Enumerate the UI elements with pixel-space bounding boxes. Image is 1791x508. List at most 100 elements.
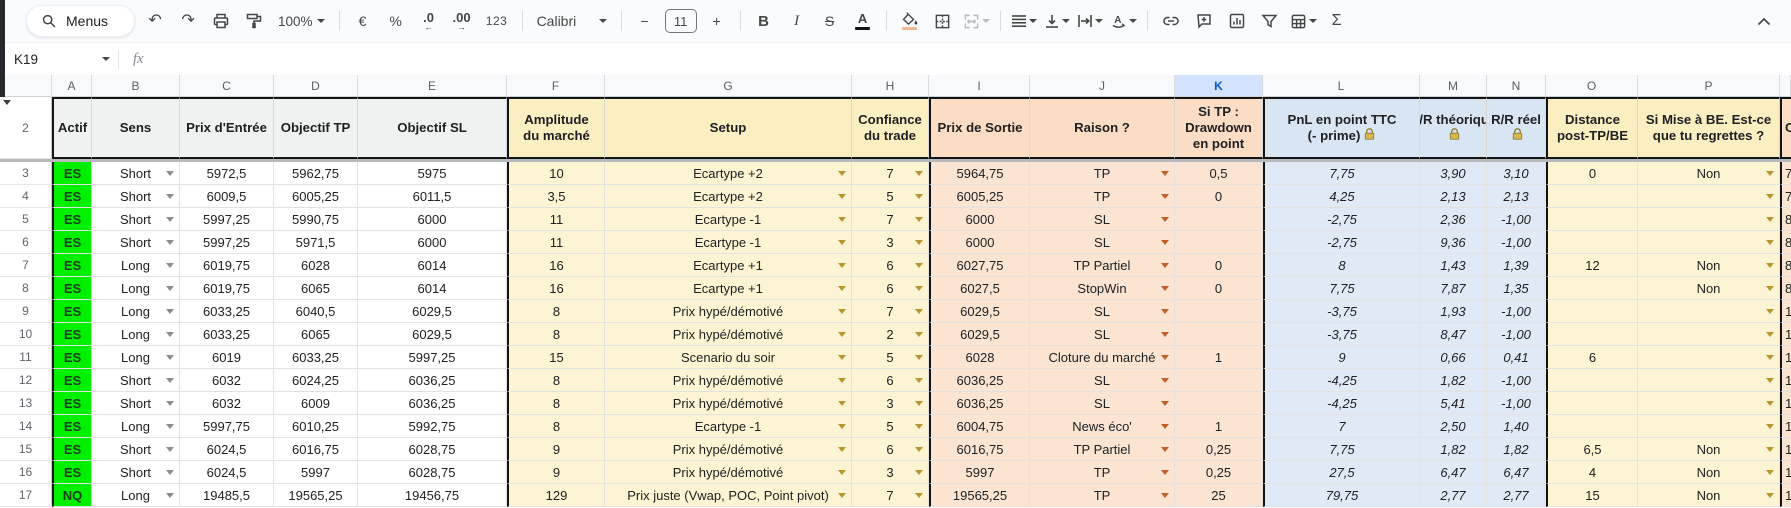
cell-A14[interactable]: ES [52, 415, 92, 438]
cell-dropdown-icon[interactable] [838, 447, 846, 456]
cell-E15[interactable]: 6028,75 [358, 438, 507, 461]
cell-A12[interactable]: ES [52, 369, 92, 392]
cell-D8[interactable]: 6065 [274, 277, 358, 300]
cell-dropdown-icon[interactable] [166, 424, 174, 433]
cell-dropdown-icon[interactable] [166, 309, 174, 318]
cell-H6[interactable]: 3 [852, 231, 929, 254]
cell-M10[interactable]: 8,47 [1420, 323, 1487, 346]
functions-button[interactable]: Σ [1324, 8, 1350, 34]
cell-O11[interactable]: 6 [1546, 346, 1638, 369]
cell-H17[interactable]: 7 [852, 484, 929, 507]
cell-C16[interactable]: 6024,5 [180, 461, 274, 484]
cell-D16[interactable]: 5997 [274, 461, 358, 484]
cell-L10[interactable]: -3,75 [1263, 323, 1420, 346]
cell-P11[interactable] [1638, 346, 1780, 369]
cell-K4[interactable]: 0 [1175, 185, 1263, 208]
cell-G9[interactable]: Prix hypé/démotivé [605, 300, 852, 323]
cell-dropdown-icon[interactable] [1161, 401, 1169, 410]
cell-N17[interactable]: 2,77 [1487, 484, 1546, 507]
cell-dropdown-icon[interactable] [838, 355, 846, 364]
header-cell-O[interactable]: Distance post-TP/BE [1546, 97, 1638, 159]
insert-table-button[interactable] [1290, 8, 1317, 34]
cell-F8[interactable]: 16 [507, 277, 605, 300]
cell-H4[interactable]: 5 [852, 185, 929, 208]
cell-dropdown-icon[interactable] [838, 378, 846, 387]
cell-G8[interactable]: Ecartype +1 [605, 277, 852, 300]
cell-dropdown-icon[interactable] [915, 171, 923, 180]
cell-D7[interactable]: 6028 [274, 254, 358, 277]
cell-O6[interactable] [1546, 231, 1638, 254]
cell-A11[interactable]: ES [52, 346, 92, 369]
text-rotation-button[interactable]: A [1110, 8, 1137, 34]
increase-font-size-button[interactable]: + [704, 8, 730, 34]
cell-A13[interactable]: ES [52, 392, 92, 415]
cell-P12[interactable] [1638, 369, 1780, 392]
cell-C4[interactable]: 6009,5 [180, 185, 274, 208]
cell-A17[interactable]: NQ [52, 484, 92, 507]
column-header-C[interactable]: C [180, 75, 274, 97]
cell-E7[interactable]: 6014 [358, 254, 507, 277]
cell-dropdown-icon[interactable] [1766, 194, 1774, 203]
row-header-8[interactable]: 8 [0, 277, 52, 300]
cell-N7[interactable]: 1,39 [1487, 254, 1546, 277]
cell-B8[interactable]: Long [92, 277, 180, 300]
cell-dropdown-icon[interactable] [1766, 309, 1774, 318]
cell-B6[interactable]: Short [92, 231, 180, 254]
cell-M17[interactable]: 2,77 [1420, 484, 1487, 507]
cell-X5[interactable]: 8 [1780, 208, 1791, 231]
cell-dropdown-icon[interactable] [166, 470, 174, 479]
cell-N12[interactable]: -1,00 [1487, 369, 1546, 392]
cell-J3[interactable]: TP [1030, 162, 1175, 185]
cell-J14[interactable]: News éco' [1030, 415, 1175, 438]
cell-C6[interactable]: 5997,25 [180, 231, 274, 254]
cell-dropdown-icon[interactable] [1766, 217, 1774, 226]
cell-P7[interactable]: Non [1638, 254, 1780, 277]
cell-H16[interactable]: 3 [852, 461, 929, 484]
cell-L3[interactable]: 7,75 [1263, 162, 1420, 185]
cell-dropdown-icon[interactable] [838, 194, 846, 203]
cell-L16[interactable]: 27,5 [1263, 461, 1420, 484]
group-collapse-icon[interactable] [3, 100, 11, 109]
cell-I6[interactable]: 6000 [929, 231, 1030, 254]
cell-X15[interactable]: 1 [1780, 438, 1791, 461]
text-color-button[interactable]: A [850, 8, 876, 34]
cell-dropdown-icon[interactable] [1161, 240, 1169, 249]
cell-dropdown-icon[interactable] [915, 217, 923, 226]
cell-dropdown-icon[interactable] [166, 447, 174, 456]
cell-O14[interactable] [1546, 415, 1638, 438]
cell-X10[interactable]: 1 [1780, 323, 1791, 346]
cell-G3[interactable]: Ecartype +2 [605, 162, 852, 185]
cell-N9[interactable]: -1,00 [1487, 300, 1546, 323]
cell-F13[interactable]: 8 [507, 392, 605, 415]
cell-J11[interactable]: Cloture du marché [1030, 346, 1175, 369]
cell-C13[interactable]: 6032 [180, 392, 274, 415]
cell-O3[interactable]: 0 [1546, 162, 1638, 185]
cell-M7[interactable]: 1,43 [1420, 254, 1487, 277]
cell-G10[interactable]: Prix hypé/démotivé [605, 323, 852, 346]
cell-H13[interactable]: 3 [852, 392, 929, 415]
cell-L5[interactable]: -2,75 [1263, 208, 1420, 231]
cell-I14[interactable]: 6004,75 [929, 415, 1030, 438]
cell-E12[interactable]: 6036,25 [358, 369, 507, 392]
cell-C7[interactable]: 6019,75 [180, 254, 274, 277]
cell-L14[interactable]: 7 [1263, 415, 1420, 438]
cell-I15[interactable]: 6016,75 [929, 438, 1030, 461]
cell-I4[interactable]: 6005,25 [929, 185, 1030, 208]
cell-dropdown-icon[interactable] [915, 424, 923, 433]
cell-E4[interactable]: 6011,5 [358, 185, 507, 208]
cell-C8[interactable]: 6019,75 [180, 277, 274, 300]
header-cell-N[interactable]: R/R réel [1487, 97, 1546, 159]
cell-dropdown-icon[interactable] [838, 309, 846, 318]
cell-E13[interactable]: 6036,25 [358, 392, 507, 415]
cell-X17[interactable]: 1 [1780, 484, 1791, 507]
cell-A9[interactable]: ES [52, 300, 92, 323]
cell-F5[interactable]: 11 [507, 208, 605, 231]
cell-M4[interactable]: 2,13 [1420, 185, 1487, 208]
cell-D14[interactable]: 6010,25 [274, 415, 358, 438]
cell-F14[interactable]: 8 [507, 415, 605, 438]
cell-K16[interactable]: 0,25 [1175, 461, 1263, 484]
cell-D4[interactable]: 6005,25 [274, 185, 358, 208]
cell-B12[interactable]: Short [92, 369, 180, 392]
cell-G4[interactable]: Ecartype +2 [605, 185, 852, 208]
cell-dropdown-icon[interactable] [166, 171, 174, 180]
